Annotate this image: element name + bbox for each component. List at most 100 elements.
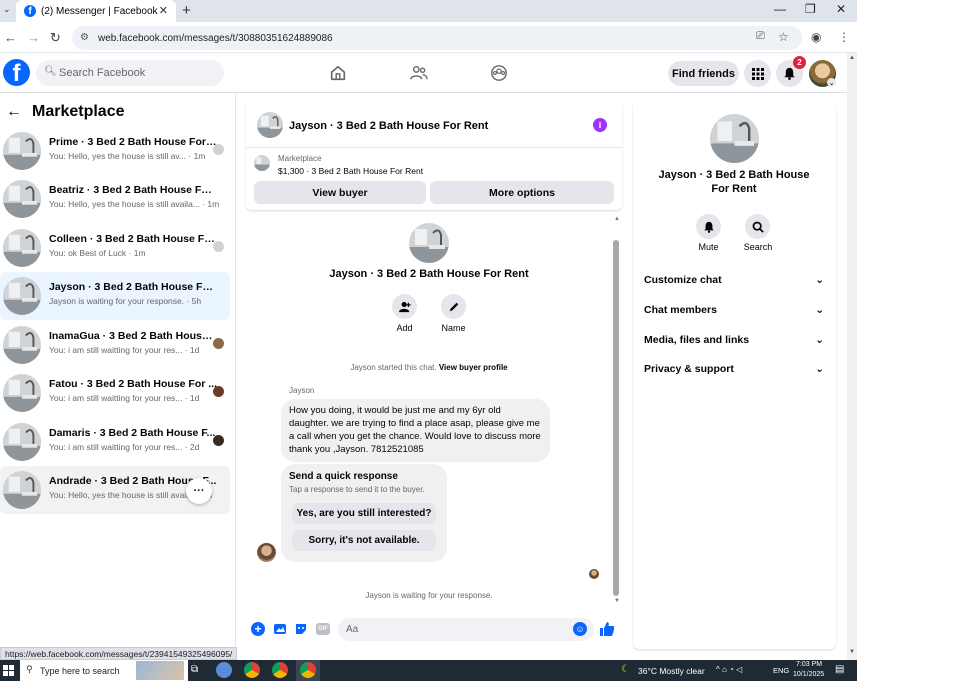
chat-profile-avatar[interactable] (409, 223, 449, 263)
site-info-icon[interactable]: ⚙ (80, 32, 89, 43)
forward-icon[interactable]: → (27, 30, 40, 45)
search-highlight-image (136, 661, 184, 680)
chat-members-section[interactable]: Chat members ⌄ (644, 304, 824, 316)
bell-icon (703, 221, 714, 233)
view-buyer-profile-link[interactable]: View buyer profile (439, 363, 508, 372)
window-close-icon[interactable]: ✕ (836, 2, 846, 16)
sender-avatar[interactable] (257, 543, 276, 562)
minimize-icon[interactable]: — (774, 2, 786, 16)
chat-started-text: Jayson started this chat. View buyer pro… (246, 363, 612, 372)
sticker-icon[interactable] (294, 622, 308, 636)
mute-button[interactable] (696, 214, 721, 239)
account-chevron-icon[interactable]: ⌄ (827, 78, 836, 87)
chat-header-avatar[interactable] (257, 112, 283, 138)
gif-icon[interactable]: GIF (316, 623, 330, 635)
thumbs-up-icon[interactable] (599, 621, 615, 637)
conversation-item[interactable]: InamaGua · 3 Bed 2 Bath House ... You: i … (0, 321, 230, 369)
scroll-thumb[interactable] (613, 240, 619, 596)
privacy-support-section[interactable]: Privacy & support ⌄ (644, 363, 824, 375)
scroll-up-icon[interactable]: ▲ (614, 216, 620, 222)
media-files-section[interactable]: Media, files and links ⌄ (644, 334, 824, 346)
browser-menu-icon[interactable]: ⋮ (838, 30, 850, 44)
message-placeholder: Aa (346, 624, 359, 635)
message-bubble[interactable]: How you doing, it would be just me and m… (281, 399, 550, 462)
more-options-icon[interactable]: ··· (186, 478, 212, 504)
conversation-snippet: You: ok Best of Luck · 1m (49, 248, 146, 258)
groups-icon[interactable] (490, 64, 508, 82)
taskbar-time[interactable]: 7:03 PM (796, 661, 822, 668)
tab-messenger[interactable]: f (2) Messenger | Facebook ✕ (16, 0, 176, 22)
language-indicator[interactable]: ENG (773, 666, 789, 675)
conversation-item[interactable]: Prime · 3 Bed 2 Bath House For ... You: H… (0, 127, 230, 175)
read-receipt-avatar (213, 144, 224, 155)
marketplace-header: ← Marketplace (6, 103, 125, 121)
bookmark-star-icon[interactable]: ☆ (778, 30, 789, 44)
tab-search-icon[interactable]: ⌄ (3, 4, 11, 15)
reload-icon[interactable]: ↻ (50, 30, 61, 46)
chrome-icon[interactable] (244, 662, 260, 678)
tray-icons[interactable]: ^ ⌂ ◔ ◁ (716, 665, 742, 674)
more-options-button[interactable]: More options (430, 181, 614, 204)
task-view-icon[interactable]: ⧉ (191, 664, 198, 675)
listing-price[interactable]: $1,300 · 3 Bed 2 Bath House For Rent (278, 166, 423, 176)
notification-center-icon[interactable]: ▤ (835, 664, 844, 675)
chat-header-title[interactable]: Jayson · 3 Bed 2 Bath House For Rent (289, 120, 488, 132)
home-icon[interactable] (329, 64, 347, 82)
chrome-icon[interactable] (300, 662, 316, 678)
page-scroll-down-icon[interactable]: ▼ (849, 649, 855, 655)
menu-grid-button[interactable] (744, 60, 771, 87)
new-tab-button[interactable]: + (182, 2, 191, 19)
taskbar-search-input[interactable]: ⚲ Type here to search (20, 660, 188, 681)
page-scroll-up-icon[interactable]: ▲ (849, 55, 855, 61)
chat-scrollbar[interactable]: ▲ ▼ (612, 216, 620, 606)
conversation-item[interactable]: Damaris · 3 Bed 2 Bath House F... You: i … (0, 418, 230, 466)
scroll-down-icon[interactable]: ▼ (614, 598, 620, 604)
url-input[interactable]: ⚙ web.facebook.com/messages/t/3088035162… (72, 26, 802, 50)
emoji-icon[interactable]: ☺ (573, 622, 587, 636)
taskbar-date[interactable]: 10/1/2025 (793, 671, 824, 678)
photo-icon[interactable] (273, 622, 287, 636)
friends-icon[interactable] (410, 64, 428, 82)
started-text: Jayson started this chat. (350, 363, 437, 372)
listing-house-icon (254, 155, 270, 171)
conversation-item[interactable]: Jayson · 3 Bed 2 Bath House For R... Jays… (0, 272, 230, 320)
search-chat-button[interactable] (745, 214, 770, 239)
profile-icon[interactable]: ◉ (811, 30, 821, 44)
facebook-logo-icon[interactable]: f (3, 59, 30, 86)
conversation-item[interactable]: Fatou · 3 Bed 2 Bath House For ... You: i… (0, 369, 230, 417)
read-receipt-avatar (213, 338, 224, 349)
info-icon[interactable]: i (593, 118, 607, 132)
conversation-thumbnail (3, 180, 41, 218)
quick-response-option[interactable]: Yes, are you still interested? (292, 503, 436, 524)
install-app-icon[interactable]: ⎚ (756, 30, 765, 43)
back-arrow-icon[interactable]: ← (6, 103, 22, 121)
maximize-icon[interactable]: ❐ (805, 2, 816, 16)
house-photo-icon (409, 223, 449, 263)
house-thumbnail-icon (3, 180, 41, 218)
weather-text[interactable]: 36°C Mostly clear (638, 666, 705, 676)
find-friends-button[interactable]: Find friends (668, 61, 739, 86)
taskbar-app-icon[interactable] (216, 662, 232, 678)
back-icon[interactable]: ← (4, 30, 17, 45)
conversation-item[interactable]: Andrade · 3 Bed 2 Bath House F... You: He… (0, 466, 230, 514)
message-input[interactable]: Aa (338, 618, 594, 641)
customize-chat-section[interactable]: Customize chat ⌄ (644, 274, 824, 286)
conversation-item[interactable]: Colleen · 3 Bed 2 Bath House Fo... You: o… (0, 224, 230, 272)
quick-response-option[interactable]: Sorry, it's not available. (292, 530, 436, 551)
conversation-item[interactable]: Beatriz · 3 Bed 2 Bath House For R... You… (0, 175, 230, 223)
name-button[interactable] (441, 294, 466, 319)
view-buyer-button[interactable]: View buyer (254, 181, 426, 204)
plus-icon[interactable]: + (251, 622, 265, 636)
facebook-search-input[interactable]: 🔍︎ Search Facebook (36, 60, 224, 86)
windows-start-icon[interactable] (3, 665, 14, 676)
weather-moon-icon: ☾ (621, 664, 630, 675)
quick-response-title: Send a quick response (289, 471, 398, 482)
details-avatar[interactable] (710, 114, 759, 163)
chrome-icon[interactable] (272, 662, 288, 678)
add-button[interactable] (392, 294, 417, 319)
tab-close-icon[interactable]: ✕ (159, 4, 168, 17)
page-scrollbar[interactable]: ▲ ▼ (847, 53, 857, 660)
read-receipt-avatar (213, 386, 224, 397)
details-name: Jayson · 3 Bed 2 Bath House For Rent (658, 169, 810, 195)
section-label: Privacy & support (644, 363, 734, 375)
